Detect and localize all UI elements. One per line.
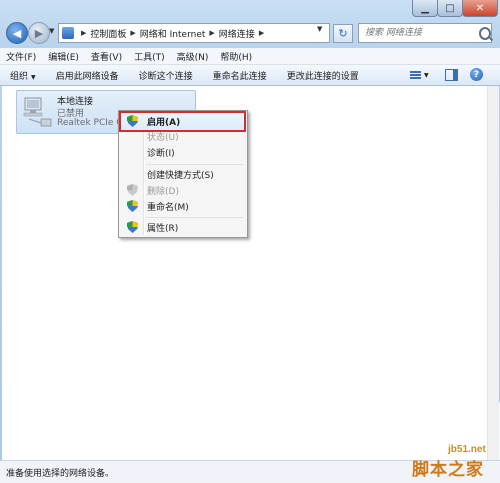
menu-tools[interactable]: 工具(T): [128, 50, 171, 63]
chevron-right-icon[interactable]: ▶: [259, 29, 264, 37]
network-adapter-icon: [23, 97, 52, 127]
menu-separator: [146, 164, 243, 165]
menu-item-label: 创建快捷方式(S): [147, 171, 214, 181]
chevron-down-icon: ▼: [31, 73, 36, 81]
context-menu: 启用(A) 状态(U) 诊断(I) 创建快捷方式(S) 删除(D) 重命名(M)…: [118, 110, 248, 238]
explorer-window: ▁ □ ✕ ◀ ▶ ▼ ▶ 控制面板 ▶ 网络和 Internet ▶ 网络连接…: [0, 0, 500, 483]
minimize-button[interactable]: ▁: [412, 0, 438, 17]
menu-item-label: 启用(A): [147, 118, 181, 128]
chevron-right-icon[interactable]: ▶: [209, 29, 214, 37]
preview-pane-button[interactable]: [445, 69, 458, 81]
organize-label: 组织: [10, 71, 29, 82]
menu-item-label: 状态(U): [147, 133, 179, 143]
search-icon[interactable]: [479, 26, 491, 40]
breadcrumb-control-panel[interactable]: 控制面板: [90, 27, 126, 40]
address-row: ◀ ▶ ▼ ▶ 控制面板 ▶ 网络和 Internet ▶ 网络连接 ▶ ▼ ↻: [0, 20, 500, 46]
shield-icon: [127, 184, 138, 196]
help-icon[interactable]: ?: [470, 68, 483, 81]
chevron-down-icon: ▼: [424, 71, 429, 79]
menu-view[interactable]: 查看(V): [85, 50, 128, 63]
watermark-site: jb51.net: [448, 444, 486, 455]
address-dropdown[interactable]: ▼: [317, 25, 322, 33]
menu-item-label: 重命名(M): [147, 203, 189, 213]
watermark-name: 脚本之家: [412, 460, 484, 480]
menu-bar: 文件(F) 编辑(E) 查看(V) 工具(T) 高级(N) 帮助(H): [0, 48, 500, 65]
shield-icon: [127, 221, 138, 233]
connection-adapter: Realtek PCIe G: [57, 118, 124, 128]
maximize-button[interactable]: □: [437, 0, 463, 17]
menu-item-label: 属性(R): [147, 224, 179, 234]
vertical-scrollbar[interactable]: [487, 86, 499, 460]
title-bar: ▁ □ ✕: [0, 0, 500, 18]
back-button[interactable]: ◀: [6, 22, 28, 44]
shield-icon: [127, 115, 138, 127]
diagnose-button[interactable]: 诊断这个连接: [129, 69, 203, 82]
view-icon: [410, 70, 421, 80]
refresh-button[interactable]: ↻: [333, 24, 353, 43]
control-panel-icon: [62, 27, 74, 39]
breadcrumb-network-connections[interactable]: 网络连接: [219, 27, 255, 40]
rename-button[interactable]: 重命名此连接: [203, 69, 277, 82]
menu-item-label: 删除(D): [147, 187, 179, 197]
recent-pages-dropdown[interactable]: ▼: [49, 27, 54, 35]
menu-separator: [146, 217, 243, 218]
menu-item-diagnose[interactable]: 诊断(I): [121, 144, 245, 161]
chevron-right-icon[interactable]: ▶: [81, 29, 86, 37]
view-options-button[interactable]: ▼: [410, 69, 434, 81]
search-input[interactable]: [359, 27, 477, 39]
status-text: 准备使用选择的网络设备。: [6, 469, 115, 479]
menu-item-delete[interactable]: 删除(D): [121, 182, 245, 199]
change-settings-button[interactable]: 更改此连接的设置: [277, 69, 369, 82]
menu-item-rename[interactable]: 重命名(M): [121, 198, 245, 215]
menu-item-properties[interactable]: 属性(R): [121, 219, 245, 236]
shield-icon: [127, 200, 138, 212]
search-box[interactable]: [358, 23, 492, 43]
chevron-right-icon[interactable]: ▶: [130, 29, 135, 37]
breadcrumb-network-internet[interactable]: 网络和 Internet: [140, 27, 206, 40]
enable-device-button[interactable]: 启用此网络设备: [46, 69, 129, 82]
close-button[interactable]: ✕: [462, 0, 498, 17]
menu-item-create-shortcut[interactable]: 创建快捷方式(S): [121, 166, 245, 183]
menu-item-status[interactable]: 状态(U): [121, 128, 245, 145]
command-bar: 组织 ▼ 启用此网络设备 诊断这个连接 重命名此连接 更改此连接的设置 ▼ ?: [0, 65, 500, 86]
organize-button[interactable]: 组织 ▼: [0, 69, 46, 82]
address-bar[interactable]: ▶ 控制面板 ▶ 网络和 Internet ▶ 网络连接 ▶: [58, 23, 330, 43]
forward-button[interactable]: ▶: [28, 22, 50, 44]
menu-help[interactable]: 帮助(H): [214, 50, 258, 63]
menu-advanced[interactable]: 高级(N): [171, 50, 215, 63]
menu-item-label: 诊断(I): [147, 149, 175, 159]
menu-edit[interactable]: 编辑(E): [42, 50, 85, 63]
menu-file[interactable]: 文件(F): [0, 50, 42, 63]
